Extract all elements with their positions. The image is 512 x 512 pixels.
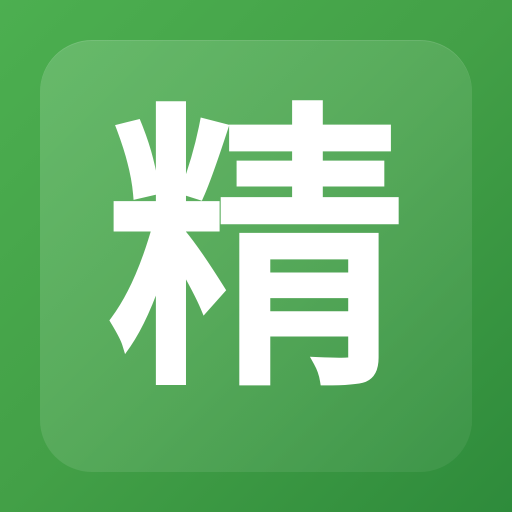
icon-glyph: 精 (106, 79, 406, 428)
app-icon[interactable]: 精 (0, 0, 512, 512)
